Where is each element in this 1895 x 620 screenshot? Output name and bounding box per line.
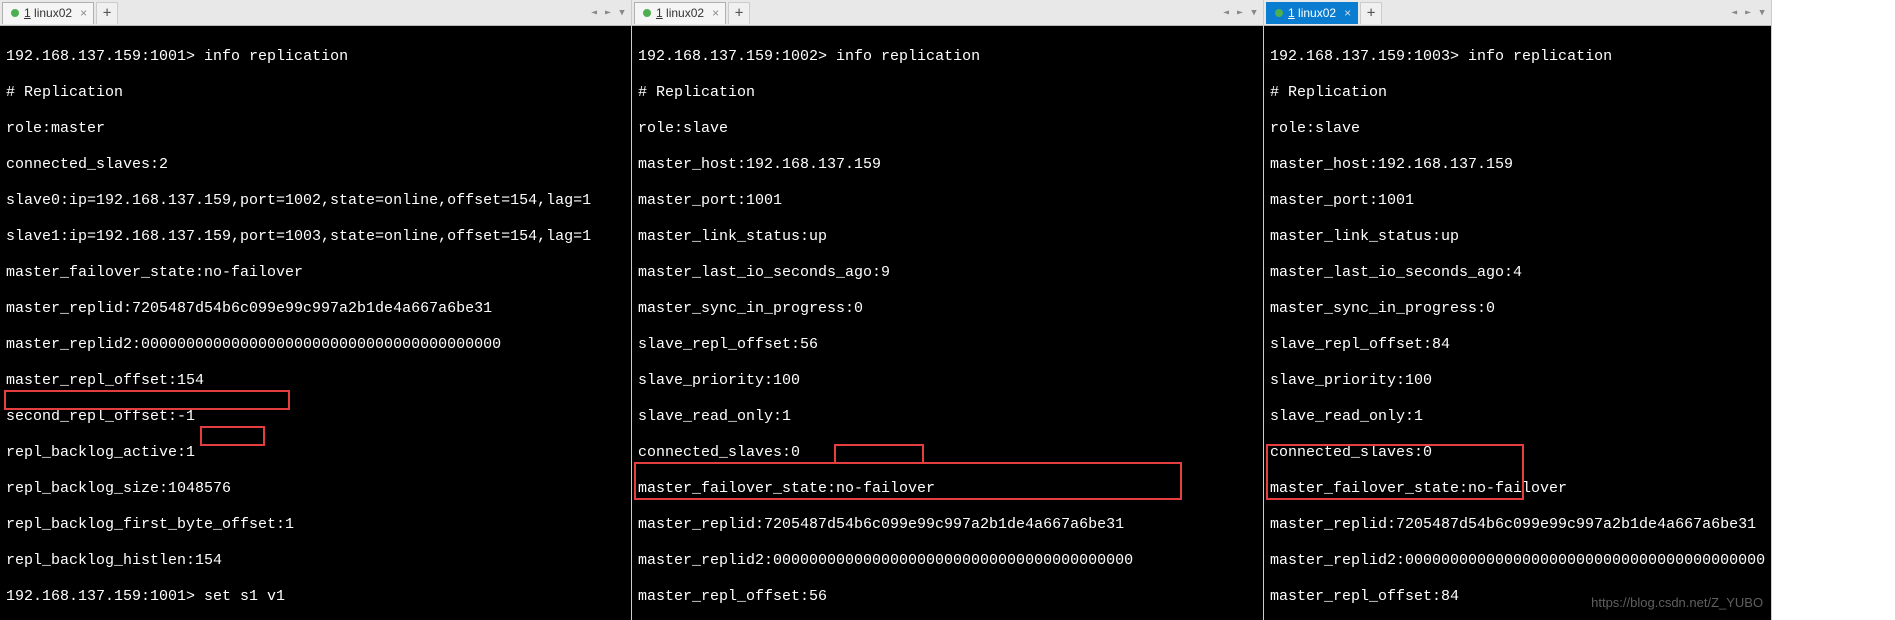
close-icon[interactable]: × (80, 6, 87, 20)
scroll-right-icon[interactable]: ► (1233, 6, 1247, 20)
close-icon[interactable]: × (1344, 6, 1351, 20)
status-dot-icon (11, 9, 19, 17)
scroll-left-icon[interactable]: ◄ (587, 6, 601, 20)
tab-label: 1 linux02 (656, 6, 704, 20)
terminal-pane-2: 1 linux02 × + ◄ ► ▼ 192.168.137.159:1002… (632, 0, 1264, 620)
terminal-output[interactable]: 192.168.137.159:1002> info replication #… (632, 26, 1263, 620)
tab-menu-icon[interactable]: ▼ (1247, 6, 1261, 20)
highlight-box-get (200, 426, 265, 446)
tab-menu-icon[interactable]: ▼ (615, 6, 629, 20)
terminal-output[interactable]: 192.168.137.159:1001> info replication #… (0, 26, 631, 620)
tab-nav: ◄ ► ▼ (1727, 6, 1769, 20)
close-icon[interactable]: × (712, 6, 719, 20)
status-dot-icon (1275, 9, 1283, 17)
tab-bar: 1 linux02 × + ◄ ► ▼ (632, 0, 1263, 26)
tab-nav: ◄ ► ▼ (1219, 6, 1261, 20)
scroll-left-icon[interactable]: ◄ (1219, 6, 1233, 20)
tab-menu-icon[interactable]: ▼ (1755, 6, 1769, 20)
watermark-text: https://blog.csdn.net/Z_YUBO (1591, 594, 1763, 612)
status-dot-icon (643, 9, 651, 17)
highlight-box-set (4, 390, 290, 410)
tab-label: 1 linux02 (1288, 6, 1336, 20)
terminal-pane-3: 1 linux02 × + ◄ ► ▼ 192.168.137.159:1003… (1264, 0, 1772, 620)
scroll-right-icon[interactable]: ► (1741, 6, 1755, 20)
tab-label: 1 linux02 (24, 6, 72, 20)
new-tab-button[interactable]: + (96, 2, 118, 24)
tab-linux02[interactable]: 1 linux02 × (1266, 2, 1358, 24)
tab-linux02[interactable]: 1 linux02 × (634, 2, 726, 24)
tab-nav: ◄ ► ▼ (587, 6, 629, 20)
new-tab-button[interactable]: + (1360, 2, 1382, 24)
terminal-pane-1: 1 linux02 × + ◄ ► ▼ 192.168.137.159:1001… (0, 0, 632, 620)
terminal-output[interactable]: 192.168.137.159:1003> info replication #… (1264, 26, 1771, 620)
new-tab-button[interactable]: + (728, 2, 750, 24)
scroll-left-icon[interactable]: ◄ (1727, 6, 1741, 20)
scroll-right-icon[interactable]: ► (601, 6, 615, 20)
tab-linux02[interactable]: 1 linux02 × (2, 2, 94, 24)
tab-bar: 1 linux02 × + ◄ ► ▼ (1264, 0, 1771, 26)
tab-bar: 1 linux02 × + ◄ ► ▼ (0, 0, 631, 26)
